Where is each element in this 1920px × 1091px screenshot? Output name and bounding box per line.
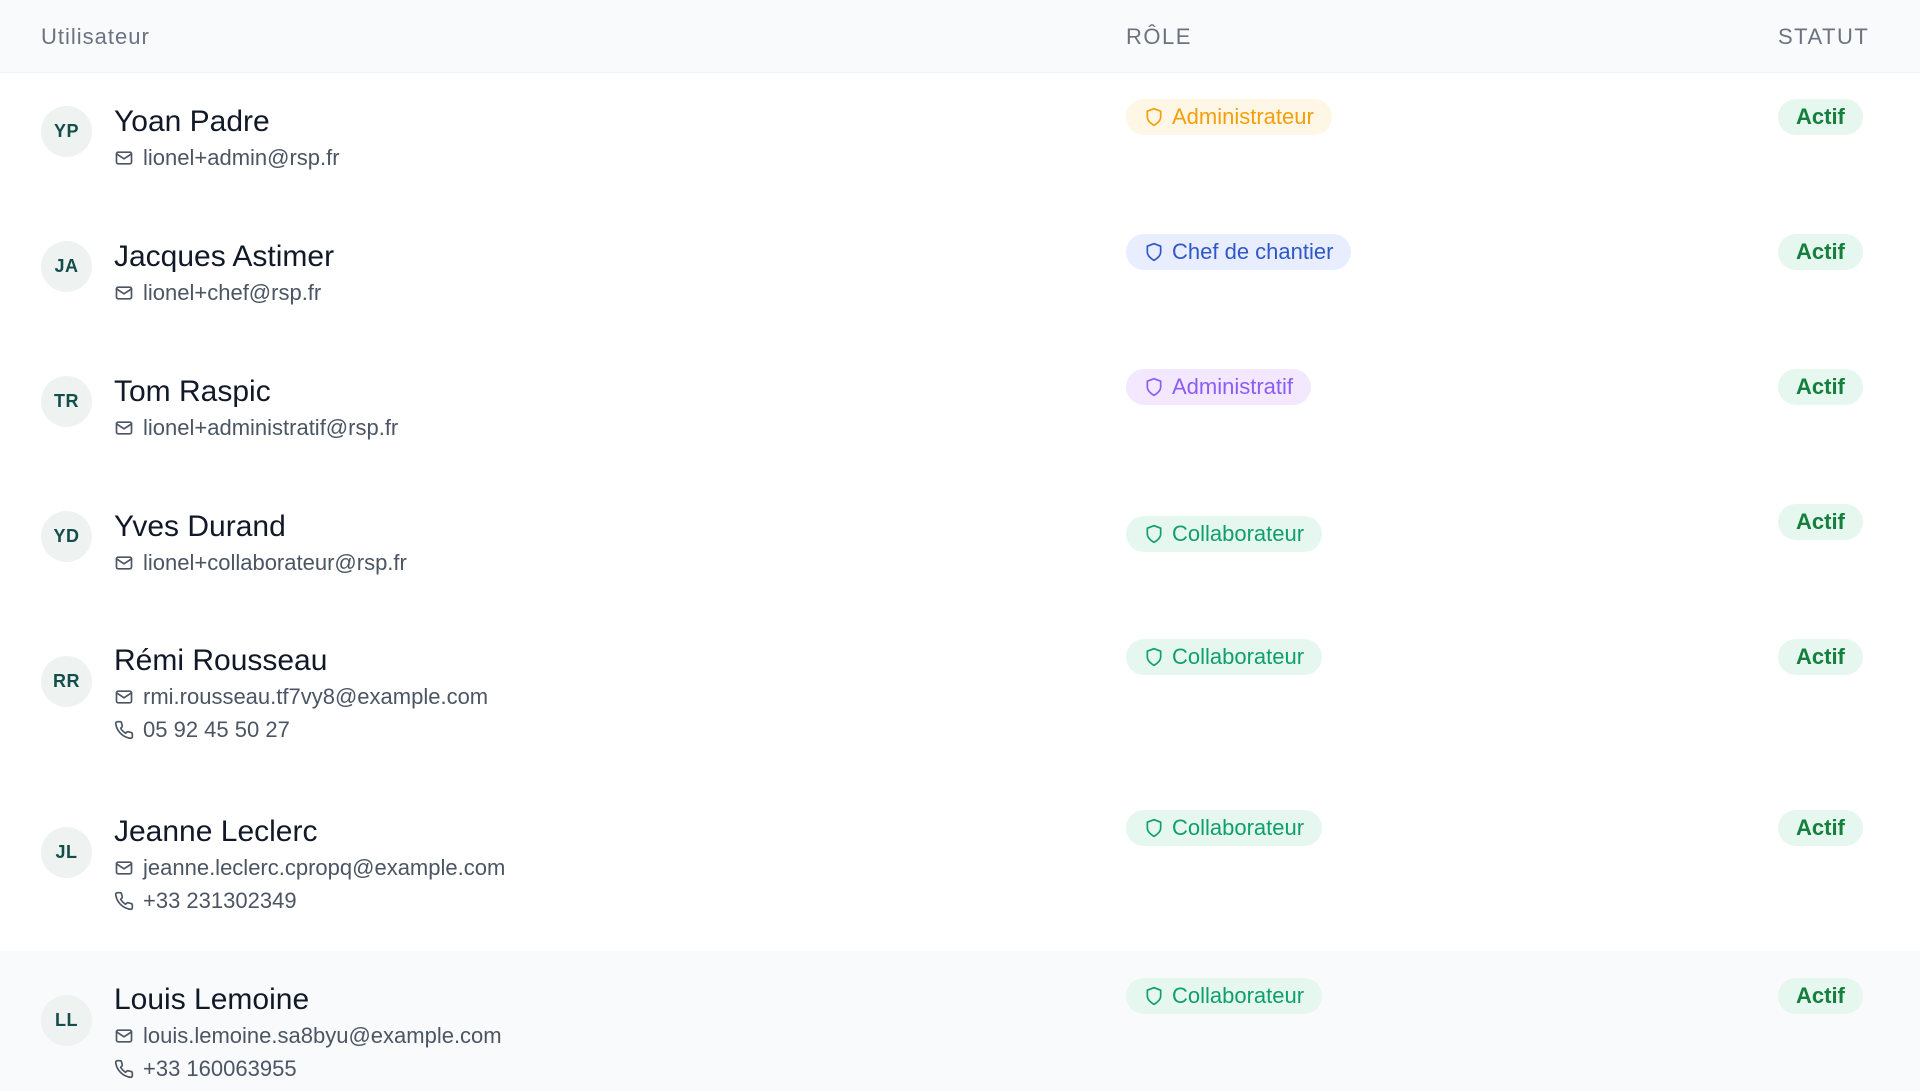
table-row[interactable]: TR Tom Raspic lionel+administratif@rsp.fr A… [0,342,1920,477]
role-badge-label: Collaborateur [1172,815,1305,840]
status-badge: Actif [1778,810,1863,846]
user-email: lionel+admin@rsp.fr [114,145,340,171]
user-name[interactable]: Jeanne Leclerc [114,815,317,849]
user-email-text: jeanne.leclerc.cpropq@example.com [143,855,506,880]
avatar: JL [41,827,92,878]
table-row[interactable]: RR Rémi Rousseau rmi.rousseau.tf7vy8@examp… [0,612,1920,783]
mail-icon [114,283,134,303]
user-email: lionel+collaborateur@rsp.fr [114,550,407,576]
status-badge: Actif [1778,369,1863,405]
user-phone-text: 05 92 45 50 27 [143,717,290,742]
role-badge-label: Administrateur [1172,104,1314,129]
shield-icon [1144,818,1164,838]
avatar: LL [41,995,92,1046]
role-badge: Collaborateur [1126,810,1323,846]
mail-icon [114,858,134,878]
column-header-status[interactable]: STATUT [1778,24,1869,50]
mail-icon [114,1026,134,1046]
phone-icon [114,891,134,911]
user-email: lionel+chef@rsp.fr [114,280,321,306]
status-badge: Actif [1778,504,1863,540]
role-badge: Collaborateur [1126,516,1323,552]
role-badge: Collaborateur [1126,639,1323,675]
phone-icon [114,720,134,740]
user-email: jeanne.leclerc.cpropq@example.com [114,855,505,881]
avatar: YD [41,511,92,562]
role-badge: Administrateur [1126,99,1332,135]
user-name[interactable]: Jacques Astimer [114,240,334,274]
user-phone-text: +33 160063955 [143,1056,297,1081]
user-email: rmi.rousseau.tf7vy8@example.com [114,684,488,710]
user-email-text: lionel+administratif@rsp.fr [143,415,399,440]
column-header-user[interactable]: Utilisateur [41,24,150,50]
role-badge-label: Collaborateur [1172,983,1305,1008]
table-header: Utilisateur RÔLE STATUT [0,0,1920,73]
user-name[interactable]: Tom Raspic [114,375,271,409]
user-name[interactable]: Louis Lemoine [114,983,309,1017]
shield-icon [1144,242,1164,262]
user-email-text: lionel+chef@rsp.fr [143,280,322,305]
user-phone-text: +33 231302349 [143,888,297,913]
avatar: TR [41,376,92,427]
user-email-text: louis.lemoine.sa8byu@example.com [143,1023,502,1048]
user-name[interactable]: Rémi Rousseau [114,644,327,678]
user-email-text: lionel+collaborateur@rsp.fr [143,550,407,575]
table-row[interactable]: YP Yoan Padre lionel+admin@rsp.fr Administr… [0,72,1920,207]
user-phone: +33 231302349 [114,888,297,914]
table-row[interactable]: LL Louis Lemoine louis.lemoine.sa8byu@exam… [0,951,1920,1091]
role-badge: Chef de chantier [1126,234,1352,270]
user-phone: +33 160063955 [114,1056,297,1082]
mail-icon [114,687,134,707]
user-name[interactable]: Yves Durand [114,510,286,544]
shield-icon [1144,986,1164,1006]
status-badge: Actif [1778,99,1863,135]
role-badge-label: Administratif [1172,374,1294,399]
shield-icon [1144,647,1164,667]
role-badge-label: Chef de chantier [1172,239,1334,264]
mail-icon [114,553,134,573]
role-badge: Collaborateur [1126,978,1323,1014]
phone-icon [114,1059,134,1079]
status-badge: Actif [1778,978,1863,1014]
user-email-text: lionel+admin@rsp.fr [143,145,340,170]
status-badge: Actif [1778,234,1863,270]
avatar: RR [41,656,92,707]
mail-icon [114,148,134,168]
table-row[interactable]: JA Jacques Astimer lionel+chef@rsp.fr Chef … [0,207,1920,342]
user-email: lionel+administratif@rsp.fr [114,415,398,441]
table-row[interactable]: YD Yves Durand lionel+collaborateur@rsp.fr… [0,477,1920,612]
role-badge: Administratif [1126,369,1312,405]
users-table: Utilisateur RÔLE STATUT YP Yoan Padre lion… [0,0,1920,1091]
user-phone: 05 92 45 50 27 [114,717,290,743]
role-badge-label: Collaborateur [1172,521,1305,546]
mail-icon [114,418,134,438]
shield-icon [1144,107,1164,127]
user-email: louis.lemoine.sa8byu@example.com [114,1023,502,1049]
shield-icon [1144,524,1164,544]
shield-icon [1144,377,1164,397]
avatar: YP [41,106,92,157]
user-email-text: rmi.rousseau.tf7vy8@example.com [143,684,489,709]
table-row[interactable]: JL Jeanne Leclerc jeanne.leclerc.cpropq@ex… [0,783,1920,951]
user-name[interactable]: Yoan Padre [114,105,270,139]
avatar: JA [41,241,92,292]
status-badge: Actif [1778,639,1863,675]
role-badge-label: Collaborateur [1172,644,1305,669]
column-header-role[interactable]: RÔLE [1126,24,1192,50]
